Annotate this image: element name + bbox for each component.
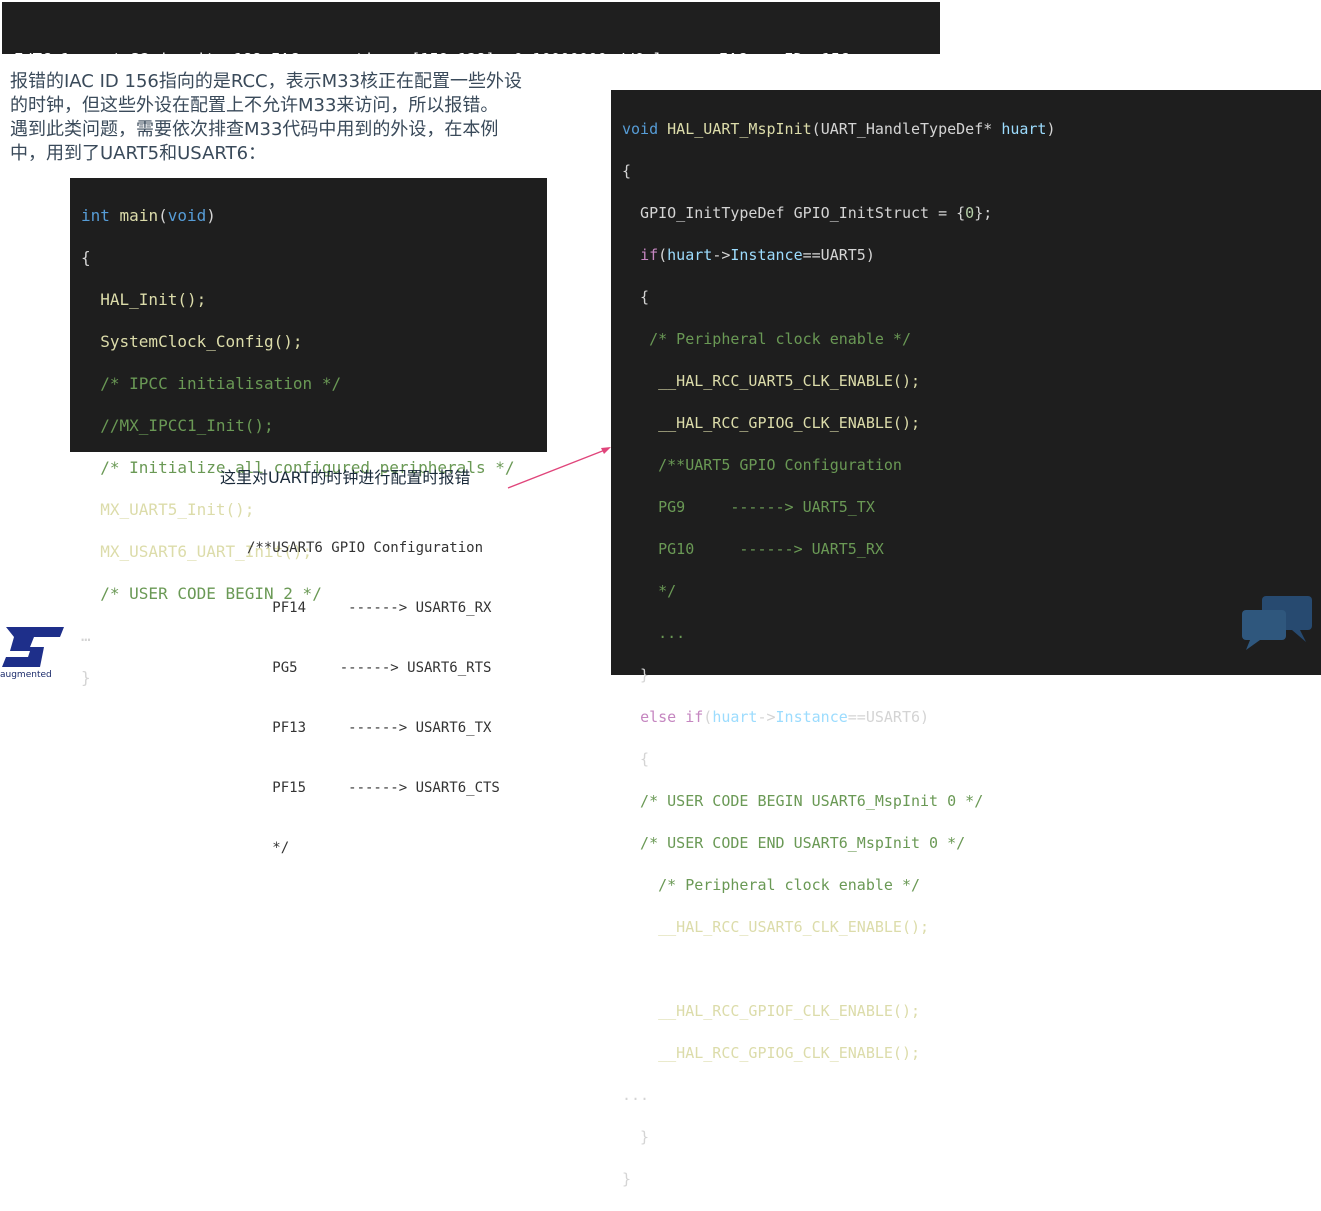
number-literal: 0	[965, 204, 975, 222]
code-line: int main(void)	[81, 205, 547, 226]
function-name: main	[119, 206, 159, 225]
code-comment: /* Peripheral clock enable */	[622, 876, 921, 894]
code-line: HAL_Init();	[81, 290, 207, 309]
code-comment: PG10 ------> UART5_RX	[622, 540, 884, 558]
code-text: ==USART6)	[847, 708, 930, 726]
terminal-output: E/TC:1 stm32_iac_itr:188 IAC exceptions […	[2, 2, 940, 131]
code-comment: /**UART5 GPIO Configuration	[622, 456, 902, 474]
code-line: __HAL_RCC_GPIOF_CLK_ENABLE();	[622, 1002, 921, 1020]
description-line: 报错的IAC ID 156指向的是RCC，表示M33核正在配置一些外设	[10, 71, 523, 92]
paren: )	[206, 206, 216, 225]
code-line: }	[622, 666, 650, 684]
code-line: GPIO_InitTypeDef GPIO_InitStruct = {0};	[622, 203, 1321, 224]
code-line: __HAL_RCC_UART5_CLK_ENABLE();	[622, 372, 921, 390]
description-line: 遇到此类问题，需要依次排查M33代码中用到的外设，在本例	[10, 119, 499, 140]
code-line: __HAL_RCC_USART6_CLK_ENABLE();	[622, 918, 930, 936]
keyword: void	[622, 120, 659, 138]
variable: huart	[667, 246, 713, 264]
code-line: else if(huart->Instance==USART6)	[622, 707, 1321, 728]
code-line: }	[622, 1128, 650, 1146]
chat-bubble-icon	[1242, 596, 1312, 650]
code-line: {	[81, 248, 91, 267]
code-line: __HAL_RCC_GPIOG_CLK_ENABLE();	[622, 1044, 921, 1062]
paren: )	[1046, 120, 1056, 138]
code-comment: PG9 ------> UART5_TX	[622, 498, 875, 516]
code-text: };	[974, 204, 993, 222]
code-line: void HAL_UART_MspInit(UART_HandleTypeDef…	[622, 119, 1321, 140]
keyword: else if	[640, 708, 704, 726]
gpio-config-line: PF13 ------> USART6_TX	[247, 720, 492, 736]
function-name: HAL_UART_MspInit	[667, 120, 812, 138]
keyword: void	[167, 206, 207, 225]
code-line: SystemClock_Config();	[81, 332, 303, 351]
variable: huart	[712, 708, 758, 726]
code-comment: /* Peripheral clock enable */	[622, 330, 911, 348]
description-line: 的时钟，但这些外设在配置上不允许M33来访问，所以报错。	[10, 95, 499, 116]
code-line: __HAL_RCC_GPIOG_CLK_ENABLE();	[622, 414, 921, 432]
gpio-config-line: /**USART6 GPIO Configuration	[247, 540, 484, 556]
operator: ->	[712, 246, 731, 264]
terminal-text: stm32_iac_itr:188 IAC exceptions [159:12…	[103, 50, 850, 68]
operator: ->	[757, 708, 776, 726]
code-line: {	[622, 162, 632, 180]
code-comment: */	[622, 582, 677, 600]
usart6-gpio-config: /**USART6 GPIO Configuration PF14 ------…	[247, 498, 500, 878]
paren: (	[811, 120, 821, 138]
code-comment: /* USER CODE BEGIN USART6_MspInit 0 */	[622, 792, 984, 810]
paren: (	[158, 206, 168, 225]
main-code-block: int main(void) { HAL_Init(); SystemClock…	[70, 178, 547, 687]
code-comment: //MX_IPCC1_Init();	[81, 416, 274, 435]
code-ellipsis: ...	[622, 1086, 650, 1104]
terminal-line: E/TC:1 stm32_iac_itr:188 IAC exceptions […	[14, 49, 940, 70]
paren: (	[703, 708, 713, 726]
code-line: {	[622, 750, 650, 768]
type-name: UART_HandleTypeDef*	[820, 120, 1002, 138]
code-text: ==UART5)	[802, 246, 875, 264]
paren: (	[658, 246, 668, 264]
description-line: 中，用到了UART5和USART6：	[10, 143, 267, 164]
gpio-config-line: PF14 ------> USART6_RX	[247, 600, 492, 616]
parameter: huart	[1001, 120, 1047, 138]
member: Instance	[730, 246, 803, 264]
description-paragraph: 报错的IAC ID 156指向的是RCC，表示M33核正在配置一些外设 的时钟，…	[10, 70, 600, 166]
code-comment: /* USER CODE END USART6_MspInit 0 */	[622, 834, 966, 852]
member: Instance	[775, 708, 848, 726]
terminal-tag: E/TC:1	[14, 50, 70, 68]
gpio-config-line: PG5 ------> USART6_RTS	[247, 660, 492, 676]
code-line: }	[622, 1170, 632, 1188]
gpio-config-line: */	[247, 840, 290, 856]
keyword: if	[640, 246, 659, 264]
annotation-arrow-icon	[507, 447, 611, 489]
keyword: int	[81, 206, 110, 225]
error-annotation: 这里对UART的时钟进行配置时报错	[220, 468, 471, 487]
msp-init-code-block: void HAL_UART_MspInit(UART_HandleTypeDef…	[611, 90, 1321, 1188]
logo-caption: augmented	[0, 670, 52, 680]
code-line: {	[622, 288, 650, 306]
code-text: GPIO_InitTypeDef GPIO_InitStruct = {	[622, 204, 966, 222]
gpio-config-line: PF15 ------> USART6_CTS	[247, 780, 500, 796]
code-ellipsis: ...	[622, 624, 686, 642]
code-comment: /* IPCC initialisation */	[81, 374, 342, 393]
code-line: if(huart->Instance==UART5)	[622, 245, 1321, 266]
